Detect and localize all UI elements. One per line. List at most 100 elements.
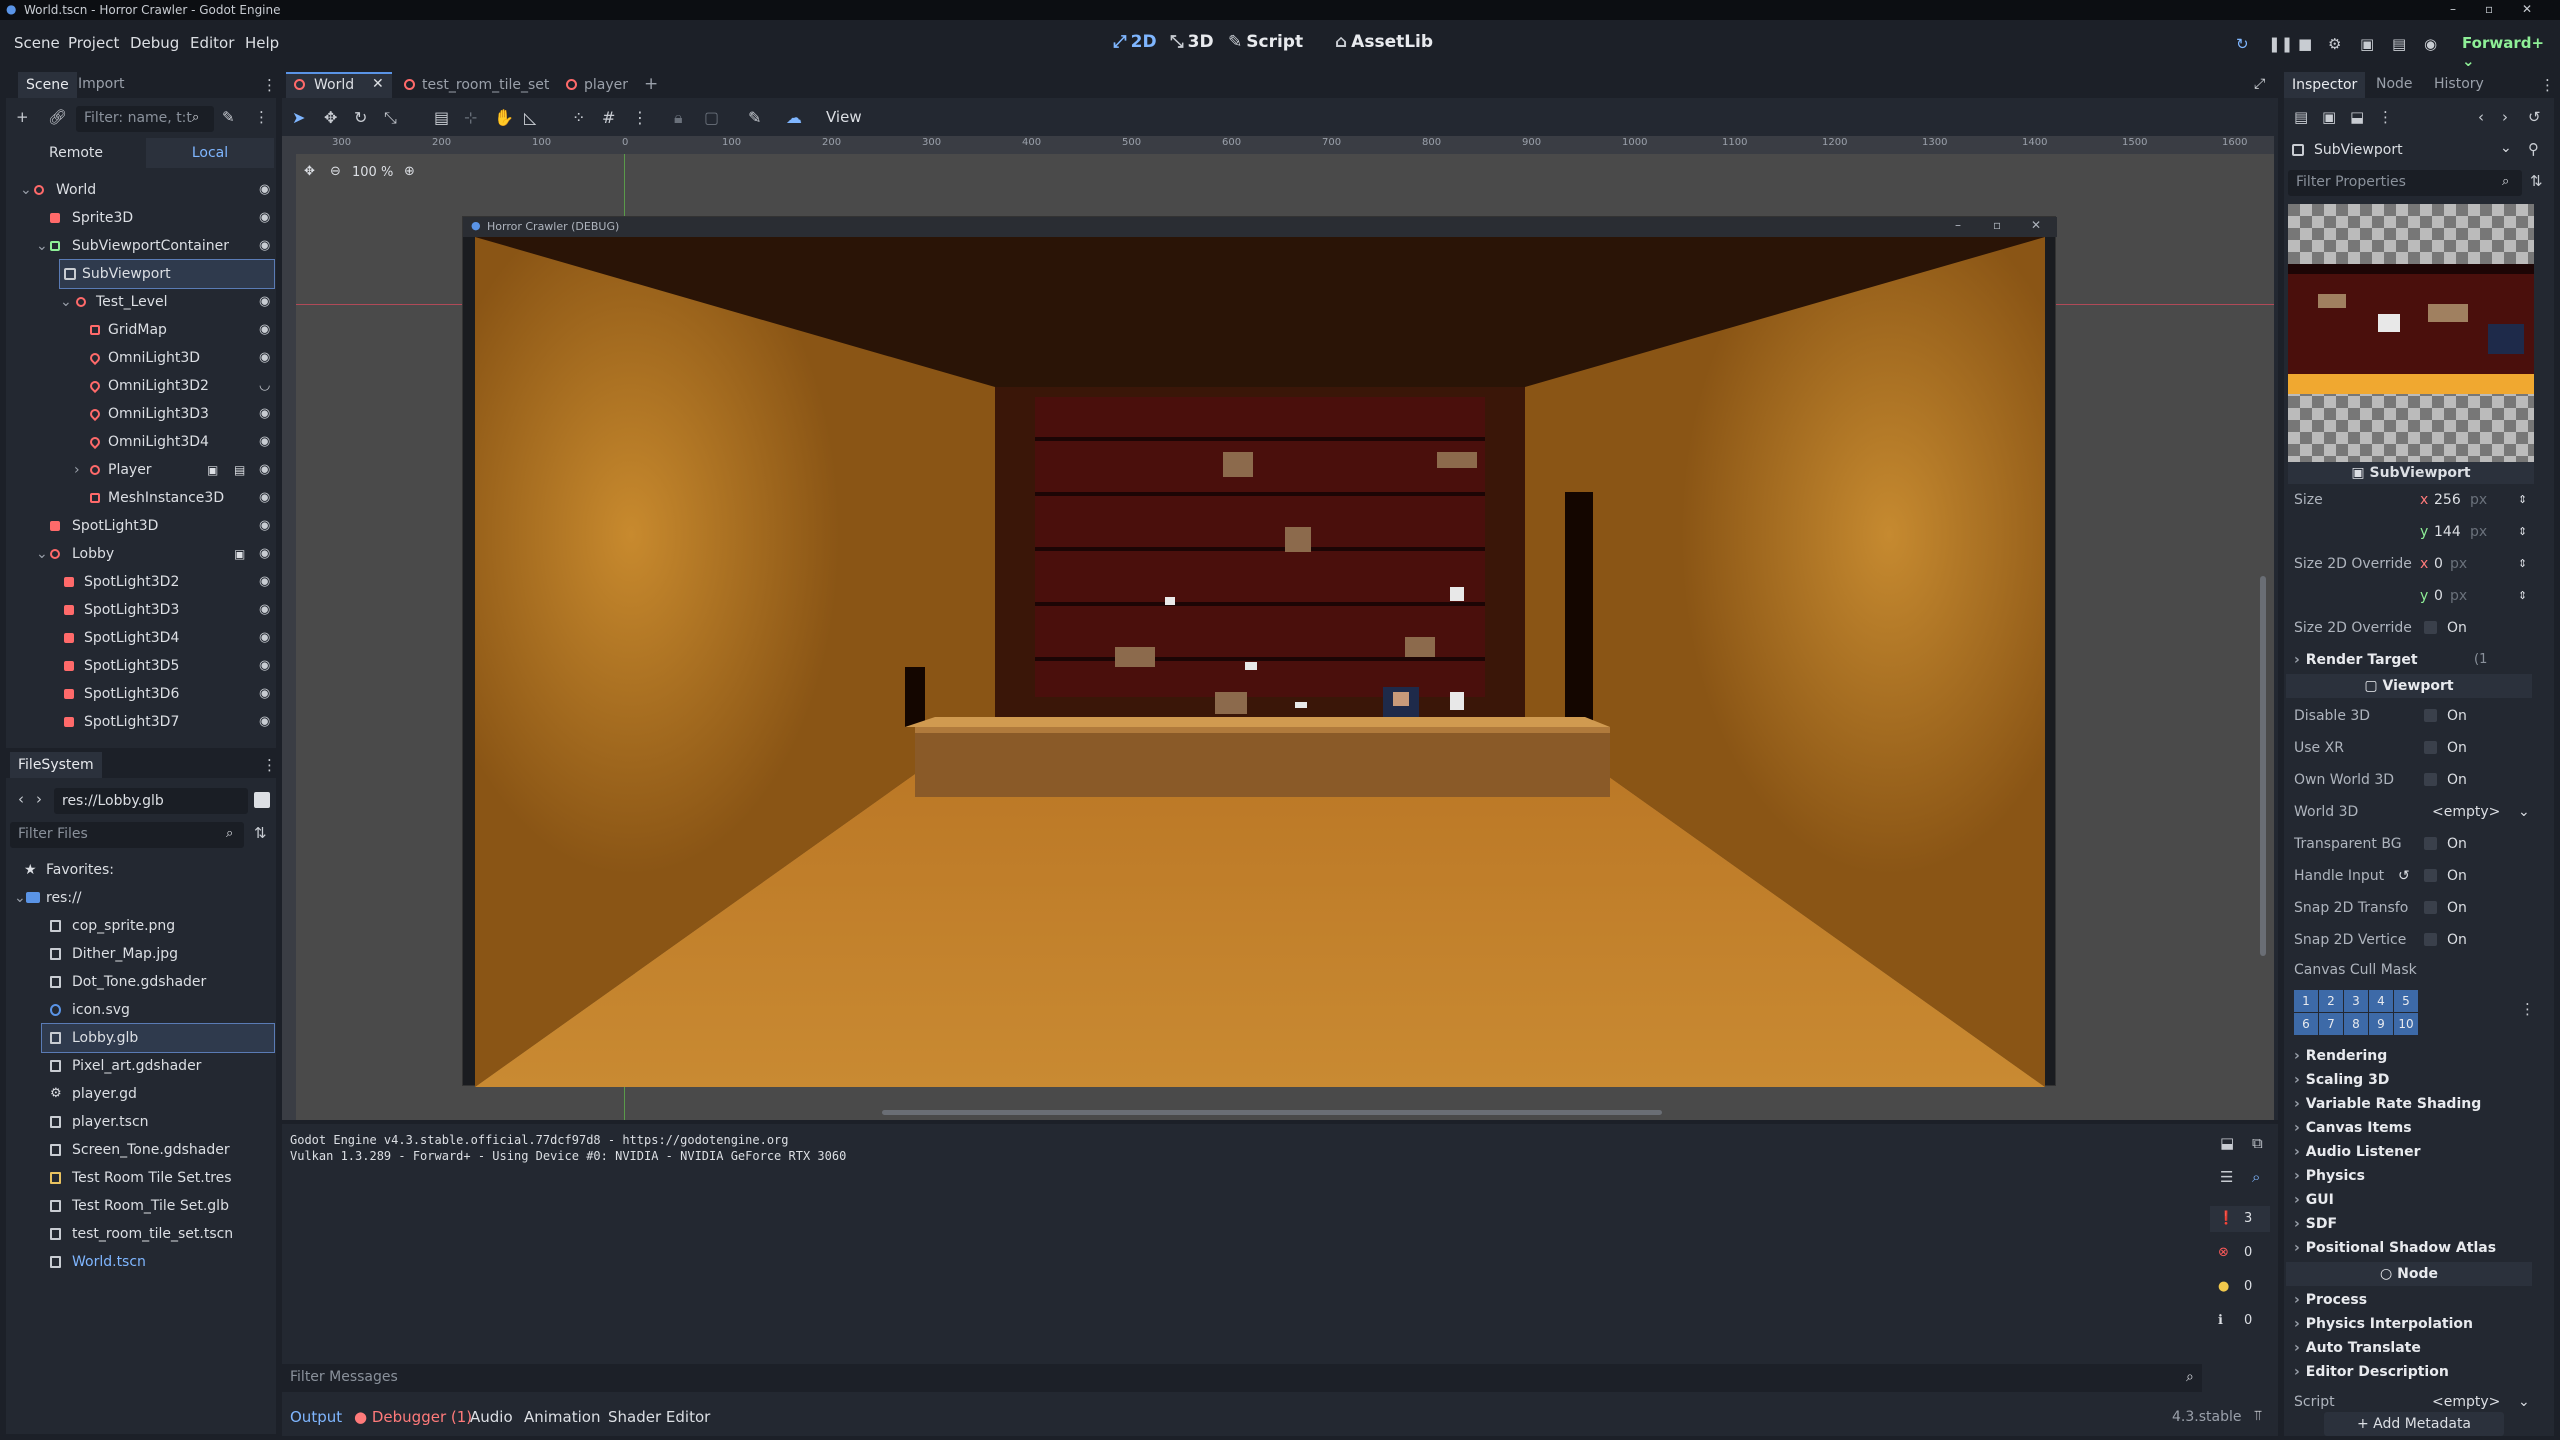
filter-files-input[interactable]: Filter Files ⌕ [10,822,244,848]
stepper-icon[interactable]: ⇕ [2518,580,2527,612]
node-selector[interactable]: SubViewport ⌄ [2288,138,2518,164]
tree-item-spotlight3d4[interactable]: SpotLight3D4 ◉ [12,624,274,652]
section-rendering[interactable]: Rendering [2284,1044,2534,1068]
pivot-icon[interactable]: ⊹ [464,108,477,127]
section-canvas-items[interactable]: Canvas Items [2284,1116,2534,1140]
checkbox[interactable] [2424,901,2437,914]
prop-snap-2d-transforms[interactable]: Snap 2D Transfo On [2284,892,2534,924]
mask-bit[interactable]: 8 [2344,1013,2368,1035]
back-icon[interactable]: ‹ [18,790,24,808]
prop-size-override-y[interactable]: y 0 px ⇕ [2284,580,2534,612]
zoom-in-icon[interactable]: ⊕ [404,164,415,179]
hidden-icon[interactable]: ◡ [259,372,270,400]
resource-menu-icon[interactable]: ⋮ [2378,108,2393,126]
scene-instance-icon[interactable]: ▣ [207,456,218,484]
history-back-icon[interactable]: ‹ [2478,108,2484,126]
visibility-icon[interactable]: ◉ [259,624,270,652]
visibility-icon[interactable]: ◉ [259,540,270,568]
section-auto-translate[interactable]: Auto Translate [2284,1336,2534,1360]
search-icon[interactable]: ⌕ [2252,1168,2260,1186]
prop-handle-input[interactable]: Handle Input ↺ On [2284,860,2534,892]
run-custom-icon[interactable]: ◉ [2424,35,2437,53]
doc-icon[interactable]: ⚲ [2528,140,2539,158]
visibility-icon[interactable]: ◉ [259,708,270,736]
tree-item-omnilight3d[interactable]: OmniLight3D ◉ [12,344,274,372]
section-positional-shadow-atlas[interactable]: Positional Shadow Atlas [2284,1236,2534,1260]
view-menu[interactable]: View [826,108,862,126]
move-tool-icon[interactable]: ✥ [324,108,337,127]
rotate-tool-icon[interactable]: ↻ [354,108,367,127]
chevron-down-icon[interactable]: ⌄ [2518,796,2530,828]
script-icon[interactable]: ▤ [234,456,245,484]
distraction-free-icon[interactable]: ⤢ [2254,76,2265,92]
section-process[interactable]: Process [2284,1288,2534,1312]
canvas-viewport[interactable]: 300 200 100 0 100 200 300 400 500 600 70… [282,136,2274,1120]
tree-item-spotlight3d7[interactable]: SpotLight3D7 ◉ [12,708,274,736]
horizontal-scrollbar[interactable] [882,1110,1662,1115]
mask-menu-icon[interactable]: ⋮ [2520,1000,2535,1018]
maximize-icon[interactable]: ▫ [1993,218,2001,232]
object-history-icon[interactable]: ↺ [2528,108,2541,126]
stepper-icon[interactable]: ⇕ [2518,548,2527,580]
tab-audio[interactable]: Audio [470,1408,513,1426]
stop-icon[interactable]: ■ [2298,35,2312,53]
center-view-icon[interactable]: ✥ [304,164,315,179]
section-audio-listener[interactable]: Audio Listener [2284,1140,2534,1164]
zoom-level[interactable]: 100 % [352,165,393,180]
file-item[interactable]: Test Room_Tile Set.glb [12,1192,274,1220]
mask-bit[interactable]: 10 [2394,1013,2418,1035]
remote-tab[interactable]: Remote [6,138,146,168]
tree-item-subviewport[interactable]: SubViewport [59,259,275,289]
snap-options-icon[interactable]: ⋮ [632,108,648,127]
file-item-selected[interactable]: Lobby.glb [41,1023,275,1053]
visibility-icon[interactable]: ◉ [259,652,270,680]
tab-animation[interactable]: Animation [524,1408,600,1426]
prop-size-override-x[interactable]: Size 2D Override x 0 px ⇕ [2284,548,2534,580]
tab-debugger[interactable]: ● Debugger (1) [354,1408,472,1426]
visibility-icon[interactable]: ◉ [259,232,270,260]
filter-properties-input[interactable]: Filter Properties ⌕ [2288,170,2522,196]
selectable-icon[interactable]: ▤ [434,108,449,127]
maximize-icon[interactable]: ▫ [2485,2,2493,16]
vertical-scrollbar[interactable] [2260,576,2266,956]
remote-debug-icon[interactable]: ⚙ [2328,35,2341,53]
prop-snap-2d-vertices[interactable]: Snap 2D Vertice On [2284,924,2534,956]
minimize-icon[interactable]: – [1955,218,1961,232]
path-input[interactable]: res://Lobby.glb [54,788,248,814]
add-node-icon[interactable]: + [16,108,29,126]
copy-icon[interactable]: ⧉ [2252,1134,2263,1152]
error-count-badge[interactable]: ⊗ 0 [2210,1240,2270,1266]
mask-bit[interactable]: 4 [2369,990,2393,1012]
menu-project[interactable]: Project [68,34,119,52]
workspace-2d-button[interactable]: ⤢ 2D [1113,32,1157,52]
tree-item-omnilight3d4[interactable]: OmniLight3D4 ◉ [12,428,274,456]
section-editor-description[interactable]: Editor Description [2284,1360,2534,1384]
file-item[interactable]: ⚙ player.gd [12,1080,274,1108]
menu-scene[interactable]: Scene [14,34,60,52]
tree-item-player[interactable]: › Player ▣ ▤ ◉ [12,456,274,484]
res-root-item[interactable]: ⌄ res:// [12,884,274,912]
section-variable-rate-shading[interactable]: Variable Rate Shading [2284,1092,2534,1116]
visibility-icon[interactable]: ◉ [259,484,270,512]
tab-shader-editor[interactable]: Shader Editor [608,1408,710,1426]
prop-world-3d[interactable]: World 3D <empty> ⌄ [2284,796,2534,828]
tree-item-spotlight3d2[interactable]: SpotLight3D2 ◉ [12,568,274,596]
close-tab-icon[interactable]: ✕ [372,76,384,92]
stepper-icon[interactable]: ⇕ [2518,516,2527,548]
mask-bit[interactable]: 7 [2319,1013,2343,1035]
script-attach-icon[interactable]: ✎ [222,108,235,126]
bone-icon[interactable]: ✎ [748,108,761,127]
cloud-icon[interactable]: ☁ [786,108,802,127]
tab-scene[interactable]: Scene [18,72,77,98]
mask-bit[interactable]: 1 [2294,990,2318,1012]
chevron-down-icon[interactable]: ⌄ [2518,1386,2530,1418]
prop-disable-3d[interactable]: Disable 3D On [2284,700,2534,732]
tab-node[interactable]: Node [2376,76,2413,92]
prop-transparent-bg[interactable]: Transparent BG On [2284,828,2534,860]
tree-item-omnilight3d3[interactable]: OmniLight3D3 ◉ [12,400,274,428]
checkbox[interactable] [2424,741,2437,754]
forward-icon[interactable]: › [36,790,42,808]
message-count-badge[interactable]: ❗ 3 [2210,1206,2270,1232]
checkbox[interactable] [2424,773,2437,786]
local-tab[interactable]: Local [146,138,274,168]
